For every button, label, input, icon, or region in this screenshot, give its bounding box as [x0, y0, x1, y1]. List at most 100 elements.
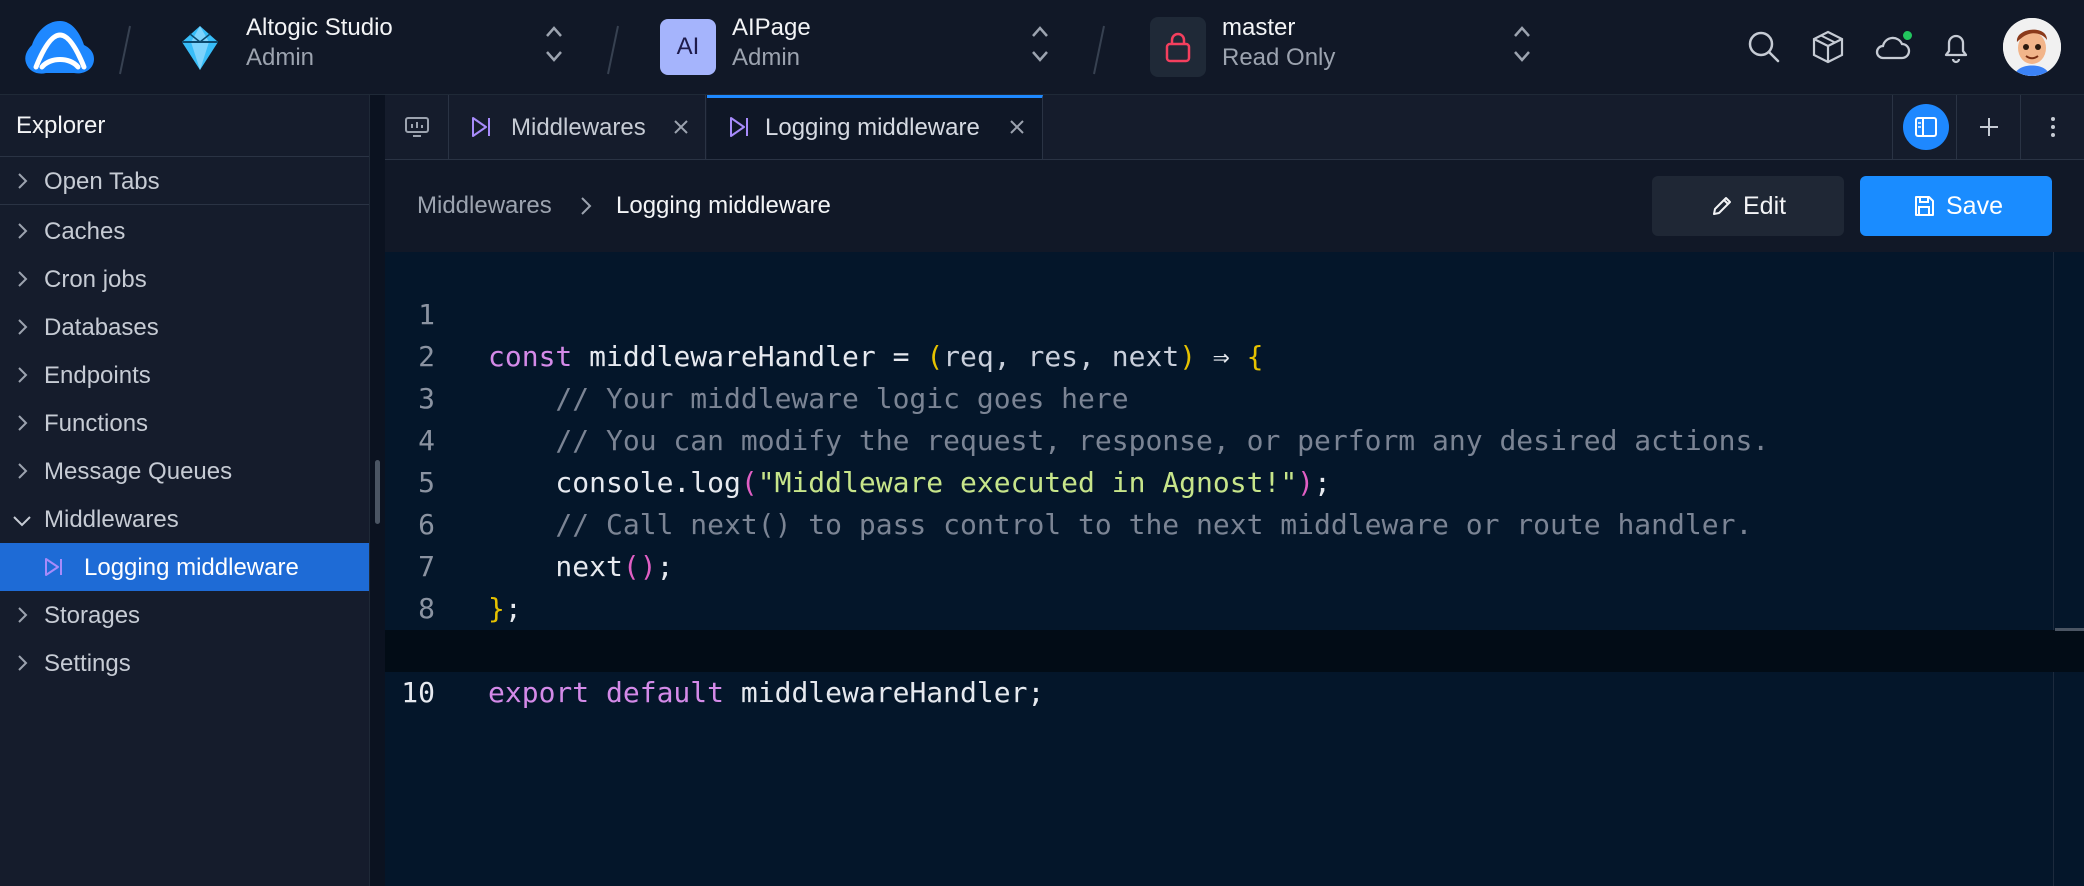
tab-middlewares[interactable]: Middlewares	[449, 95, 706, 159]
edit-button[interactable]: Edit	[1652, 176, 1844, 236]
sidebar-item-open-tabs[interactable]: Open Tabs	[0, 157, 369, 205]
sidebar-item-middlewares[interactable]: Middlewares	[0, 495, 369, 543]
sidebar-title: Explorer	[0, 95, 369, 157]
more-options-button[interactable]	[2020, 95, 2084, 159]
tab-label: Middlewares	[511, 114, 646, 141]
line-number: 10	[401, 676, 435, 709]
code-text: export default middlewareHandler;	[488, 672, 1044, 714]
sidebar-item-label: Settings	[44, 650, 131, 677]
sidebar-item-label: Functions	[44, 410, 149, 437]
chevron-right-icon	[18, 655, 28, 671]
breadcrumb-parent[interactable]: Middlewares	[417, 192, 552, 220]
sidebar-item-label: Message Queues	[44, 458, 233, 485]
code-identifier: middlewareHandler;	[724, 676, 1045, 709]
middleware-icon	[472, 117, 490, 137]
sidebar-panel-icon	[1915, 117, 1937, 137]
sidebar-item-label: Storages	[44, 602, 141, 629]
top-bar: Altogic Studio Admin AI AIPage Admin mas…	[0, 0, 2084, 95]
box-icon[interactable]	[1808, 27, 1848, 67]
sidebar-item-endpoints[interactable]: Endpoints	[0, 351, 369, 399]
sidebar-item-caches[interactable]: Caches	[0, 207, 369, 255]
plus-icon	[1980, 118, 1998, 136]
app-logo-icon[interactable]	[22, 17, 98, 77]
code-line: 1 const middlewareHandler = (req, res, n…	[385, 252, 2045, 373]
chevron-right-icon	[18, 607, 28, 623]
env-lock-badge	[1150, 17, 1206, 77]
tab-tools	[1884, 95, 2084, 159]
new-tab-button[interactable]	[1956, 95, 2020, 159]
chevron-right-icon	[18, 223, 28, 239]
explorer-sidebar: Explorer Open Tabs Caches Cron jobs Data…	[0, 95, 370, 886]
sidebar-item-label: Cron jobs	[44, 266, 147, 293]
dashboard-icon	[405, 117, 429, 137]
sidebar-item-label: Middlewares	[44, 506, 179, 533]
tab-logging-middleware[interactable]: Logging middleware	[707, 95, 1043, 159]
env-chevron-updown-icon[interactable]	[1510, 22, 1534, 66]
app-selector[interactable]: AIPage Admin	[732, 12, 1012, 82]
code-editor[interactable]: 1 const middlewareHandler = (req, res, n…	[385, 252, 2084, 886]
sidebar-item-label: Databases	[44, 314, 159, 341]
close-icon[interactable]	[1007, 117, 1027, 137]
lock-icon	[1165, 32, 1191, 63]
app-chevron-updown-icon[interactable]	[1028, 22, 1052, 66]
code-line: 7 };	[385, 504, 2045, 625]
save-icon	[1915, 196, 1934, 216]
sidebar-item-functions[interactable]: Functions	[0, 399, 369, 447]
save-button-label: Save	[1946, 192, 2003, 220]
user-avatar[interactable]	[2003, 18, 2061, 76]
env-name: master	[1222, 14, 1296, 41]
chevron-right-icon	[18, 319, 28, 335]
sidebar-item-label: Logging middleware	[84, 554, 299, 581]
close-icon[interactable]	[671, 117, 691, 137]
code-line: 6 next();	[385, 462, 2045, 583]
sidebar-item-storages[interactable]: Storages	[0, 591, 369, 639]
dashboard-tab[interactable]	[385, 95, 449, 159]
editor-scrollbar-track	[2053, 252, 2054, 886]
sidebar-item-label: Caches	[44, 218, 126, 245]
minimap-cursor-marker	[2055, 628, 2084, 631]
sidebar-item-cron-jobs[interactable]: Cron jobs	[0, 255, 369, 303]
sidebar-item-logging-middleware[interactable]: Logging middleware	[0, 543, 369, 591]
bell-icon[interactable]	[1936, 27, 1976, 67]
divider-slash	[119, 25, 131, 75]
app-avatar[interactable]: AI	[660, 19, 716, 75]
chevron-right-icon	[18, 415, 28, 431]
toggle-sidebar-button[interactable]	[1892, 95, 1956, 159]
save-button[interactable]: Save	[1860, 176, 2052, 236]
org-diamond-icon	[182, 26, 218, 70]
chevron-right-icon	[18, 463, 28, 479]
org-selector[interactable]: Altogic Studio Admin	[178, 12, 578, 82]
divider-slash	[1093, 25, 1105, 75]
tab-label: Logging middleware	[765, 114, 980, 141]
code-line: 2 // Your middleware logic goes here	[385, 294, 2045, 415]
code-keyword: export default	[488, 676, 725, 709]
chevron-right-icon	[581, 197, 592, 215]
edit-button-label: Edit	[1743, 192, 1787, 220]
sidebar-item-databases[interactable]: Databases	[0, 303, 369, 351]
org-name: Altogic Studio	[246, 14, 393, 41]
search-icon[interactable]	[1744, 27, 1784, 67]
breadcrumb-bar: Middlewares Logging middleware Edit Save	[385, 160, 2084, 252]
env-access: Read Only	[1222, 44, 1336, 71]
code-line: 4 console.log("Middleware executed in Ag…	[385, 378, 2045, 499]
app-role: Admin	[732, 44, 801, 71]
app-name: AIPage	[732, 14, 811, 41]
sidebar-item-label: Endpoints	[44, 362, 151, 389]
env-selector[interactable]: master Read Only	[1222, 12, 1472, 82]
chevron-down-icon	[13, 516, 31, 527]
sidebar-item-message-queues[interactable]: Message Queues	[0, 447, 369, 495]
code-line: 8	[385, 546, 2045, 625]
pencil-icon	[1713, 197, 1731, 215]
chevron-right-icon	[18, 173, 28, 189]
sidebar-item-label: Open Tabs	[44, 168, 160, 195]
code-line: 9 export default middlewareHandler;	[385, 588, 2045, 709]
chevron-right-icon	[18, 367, 28, 383]
user-avatar-image	[2003, 18, 2061, 76]
sidebar-item-settings[interactable]: Settings	[0, 639, 369, 687]
code-line: 3 // You can modify the request, respons…	[385, 336, 2045, 457]
sidebar-resize-handle[interactable]	[375, 460, 380, 524]
more-vertical-icon	[2051, 117, 2055, 137]
middleware-icon	[730, 117, 748, 137]
org-chevron-updown-icon[interactable]	[542, 22, 566, 66]
org-role: Admin	[246, 44, 315, 71]
